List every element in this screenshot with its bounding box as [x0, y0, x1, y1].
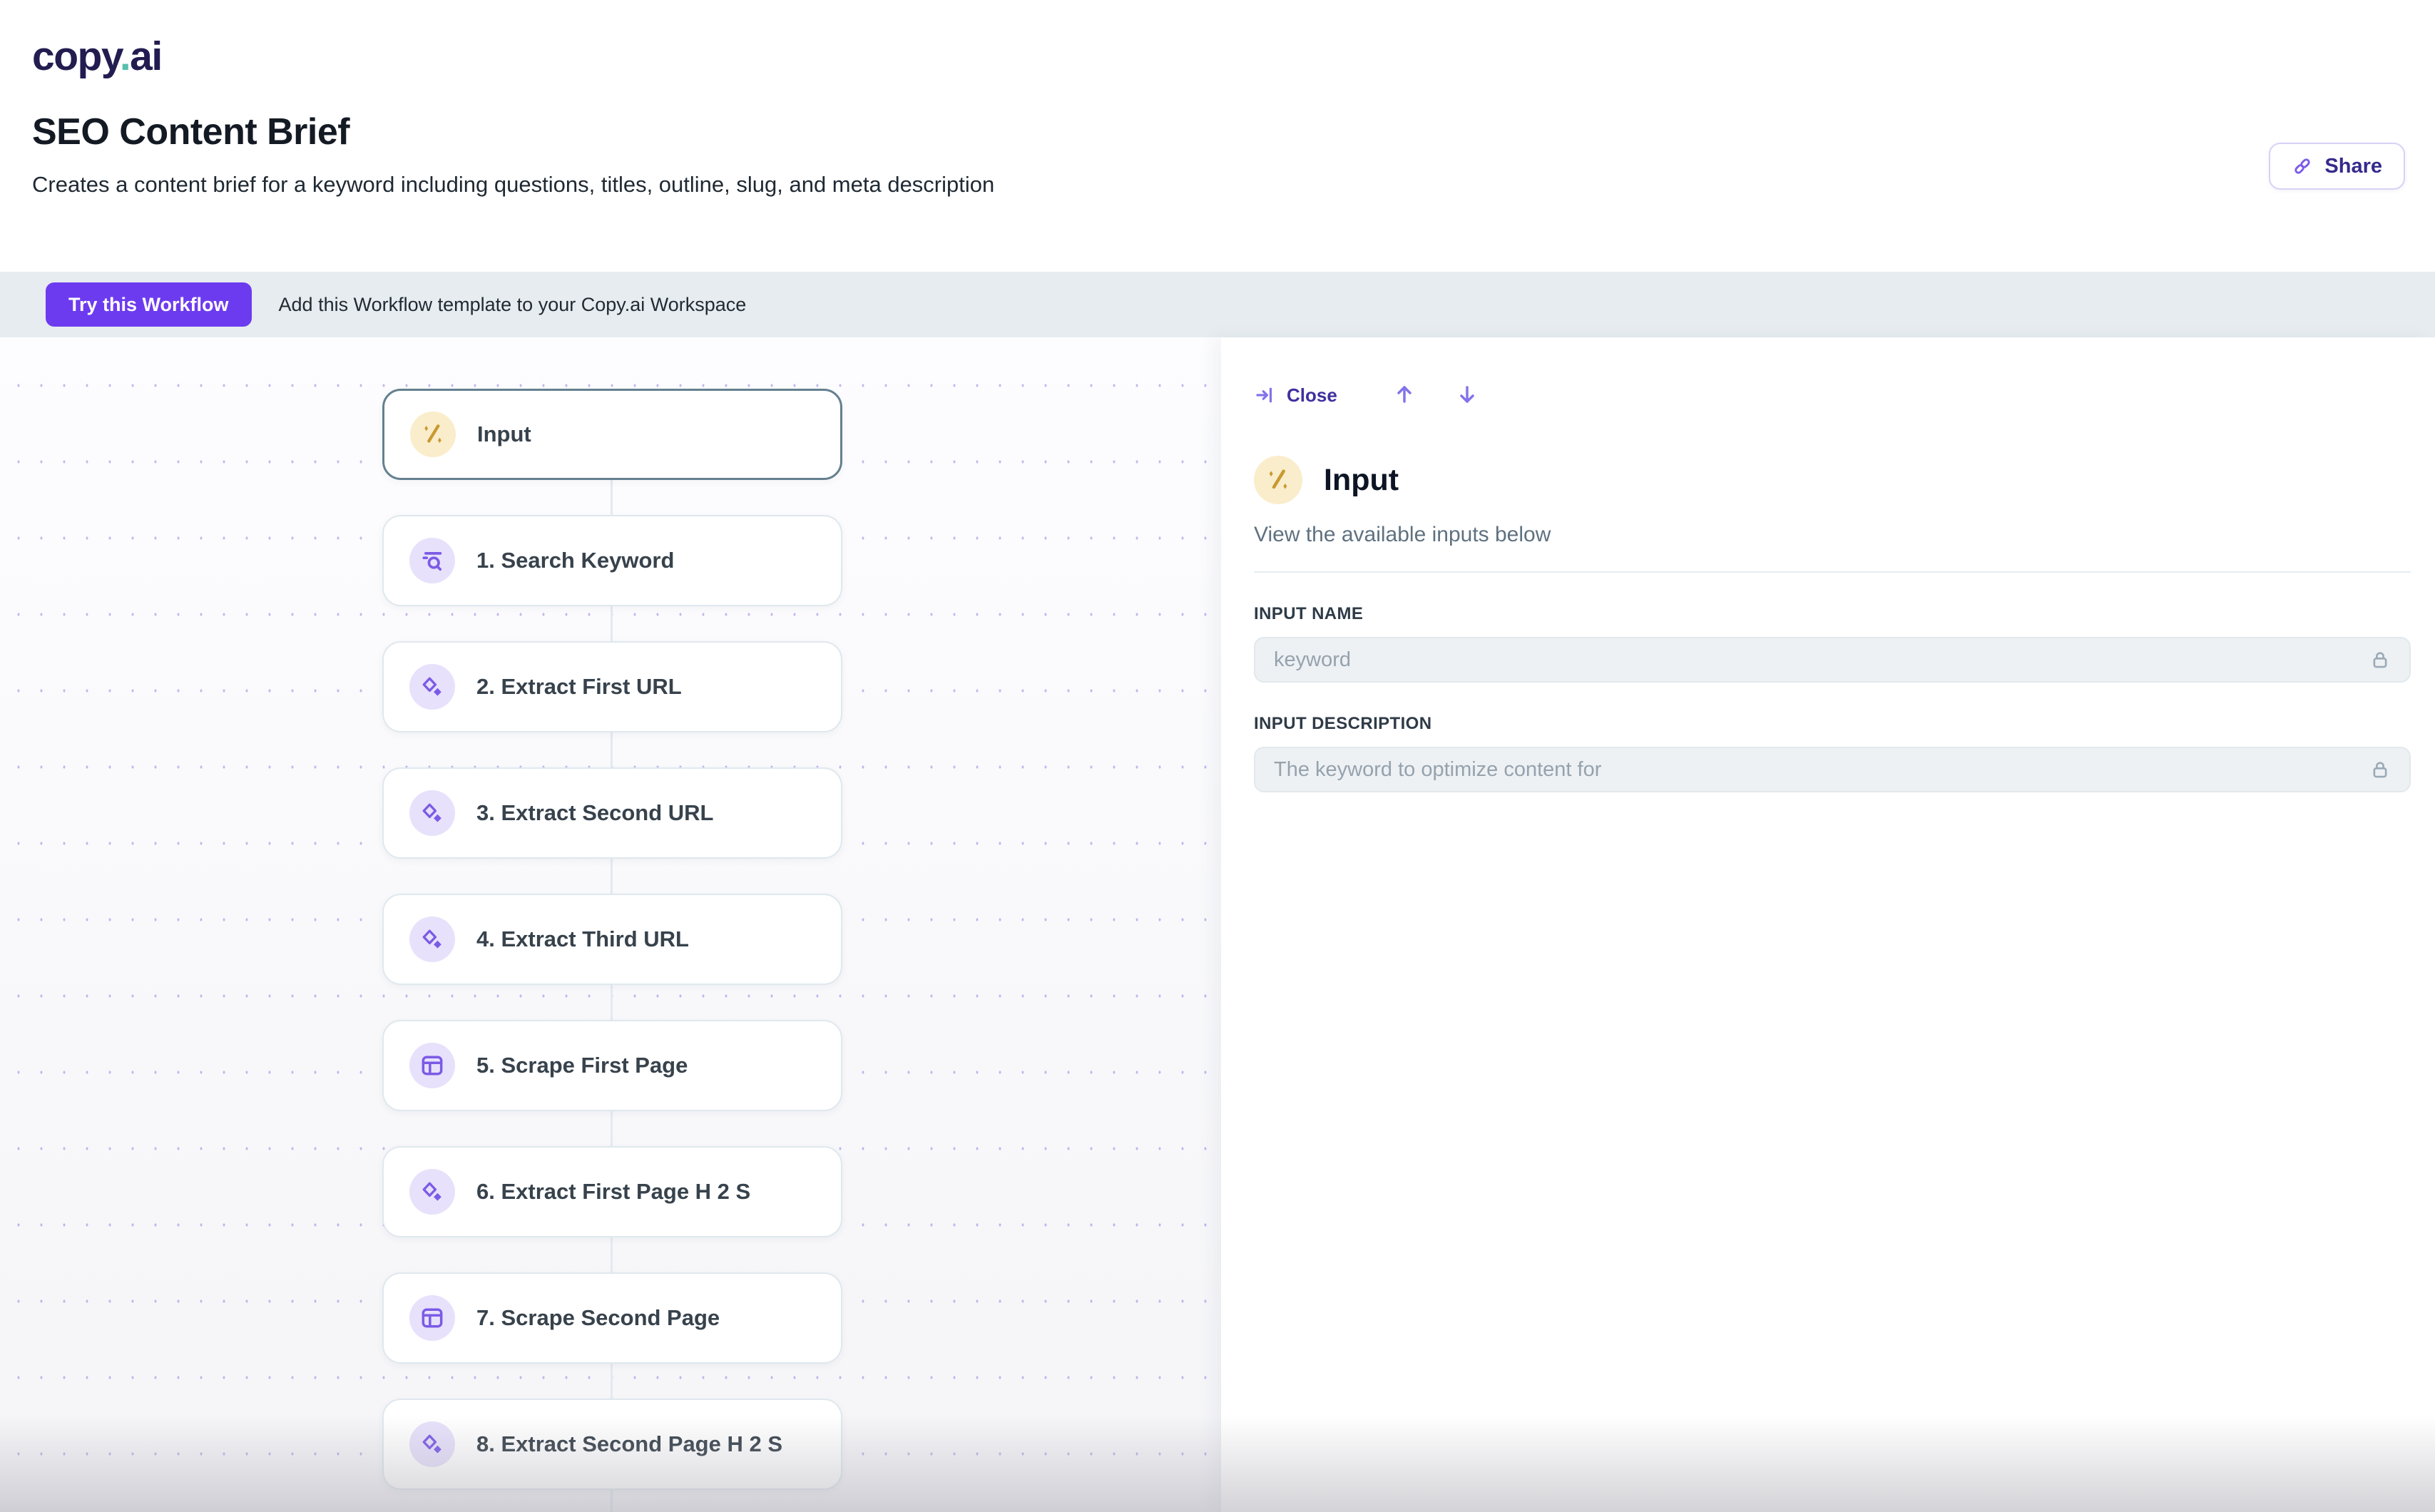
browser-icon	[409, 1295, 455, 1341]
node-label: 3. Extract Second URL	[476, 800, 713, 826]
panel-subtitle: View the available inputs below	[1254, 523, 2411, 547]
input-name-field: keyword	[1254, 637, 2411, 683]
share-button[interactable]: Share	[2269, 143, 2405, 190]
field-list: INPUT NAME keyword INPUT DESCRIPTION The ke…	[1254, 604, 2411, 792]
detail-panel: Close	[1221, 337, 2435, 1512]
logo-text-ai: ai	[130, 34, 162, 79]
workflow-node-step-6[interactable]: 6. Extract First Page H 2 S	[382, 1146, 842, 1237]
workflow-node-step-3[interactable]: 3. Extract Second URL	[382, 767, 842, 859]
page: copy.ai SEO Content Brief Creates a cont…	[0, 0, 2435, 1512]
search-icon	[409, 538, 455, 583]
workflow-node-input[interactable]: Input	[382, 389, 842, 480]
logo-dot: .	[120, 34, 130, 79]
pencil-sparkle-icon	[1254, 456, 1302, 504]
try-workflow-button[interactable]: Try this Workflow	[46, 282, 252, 327]
logo-text-copy: copy	[32, 34, 120, 79]
arrow-down-icon	[1456, 383, 1479, 406]
main-area: Input 1. Search Keyword 2. Extract First U…	[0, 337, 2435, 1512]
page-title: SEO Content Brief	[32, 111, 2403, 153]
input-name-placeholder: keyword	[1274, 648, 1351, 672]
browser-icon	[409, 1043, 455, 1088]
close-panel-button[interactable]: Close	[1254, 384, 1337, 407]
node-label: Input	[477, 422, 531, 447]
collapse-right-icon	[1254, 384, 1275, 406]
cta-description: Add this Workflow template to your Copy.…	[279, 294, 747, 316]
workflow-node-step-2[interactable]: 2. Extract First URL	[382, 641, 842, 732]
workflow-node-step-8[interactable]: 8. Extract Second Page H 2 S	[382, 1399, 842, 1490]
workflow-node-step-5[interactable]: 5. Scrape First Page	[382, 1020, 842, 1111]
panel-heading: Input	[1254, 456, 2411, 504]
cta-bar: Try this Workflow Add this Workflow temp…	[0, 272, 2435, 337]
pencil-sparkle-icon	[410, 412, 456, 457]
diamonds-icon	[409, 664, 455, 710]
diamonds-icon	[409, 916, 455, 962]
previous-step-button[interactable]	[1393, 383, 1416, 408]
workflow-node-step-4[interactable]: 4. Extract Third URL	[382, 894, 842, 985]
input-description-label: INPUT DESCRIPTION	[1254, 714, 2411, 734]
input-description-field: The keyword to optimize content for	[1254, 747, 2411, 792]
arrow-up-icon	[1393, 383, 1416, 406]
close-button-label: Close	[1287, 384, 1337, 407]
diamonds-icon	[409, 1169, 455, 1215]
node-label: 1. Search Keyword	[476, 548, 674, 573]
workflow-canvas[interactable]: Input 1. Search Keyword 2. Extract First U…	[0, 337, 1221, 1512]
node-label: 7. Scrape Second Page	[476, 1305, 720, 1331]
node-label: 5. Scrape First Page	[476, 1053, 688, 1078]
panel-toolbar: Close	[1254, 380, 2411, 410]
diamonds-icon	[409, 790, 455, 836]
copyai-logo[interactable]: copy.ai	[32, 34, 2403, 79]
node-label: 2. Extract First URL	[476, 674, 682, 700]
node-label: 8. Extract Second Page H 2 S	[476, 1431, 782, 1457]
diamonds-icon	[409, 1421, 455, 1467]
next-step-button[interactable]	[1456, 383, 1479, 408]
input-name-label: INPUT NAME	[1254, 604, 2411, 624]
input-description-placeholder: The keyword to optimize content for	[1274, 758, 1601, 782]
header: copy.ai SEO Content Brief Creates a cont…	[0, 0, 2435, 272]
workflow-node-step-7[interactable]: 7. Scrape Second Page	[382, 1272, 842, 1364]
node-label: 6. Extract First Page H 2 S	[476, 1179, 750, 1205]
lock-icon	[2369, 649, 2391, 670]
panel-divider	[1254, 571, 2411, 573]
lock-icon	[2369, 759, 2391, 780]
link-icon	[2292, 155, 2313, 177]
workflow-node-step-1[interactable]: 1. Search Keyword	[382, 515, 842, 606]
panel-title: Input	[1324, 463, 1399, 498]
page-subtitle: Creates a content brief for a keyword in…	[32, 172, 2403, 198]
node-label: 4. Extract Third URL	[476, 926, 689, 952]
share-button-label: Share	[2324, 155, 2382, 178]
